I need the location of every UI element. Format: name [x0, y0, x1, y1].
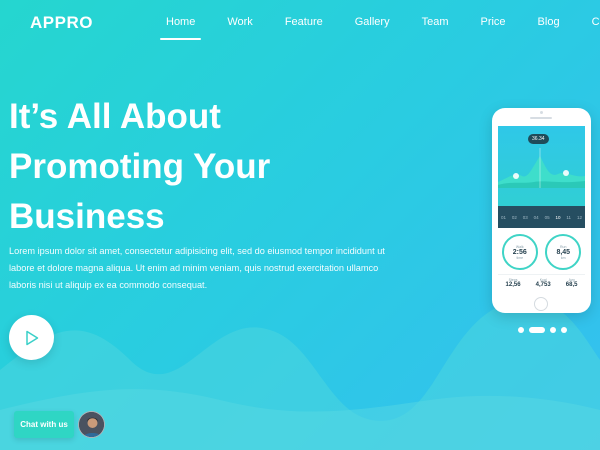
stat-steps: Steps 12,56	[506, 278, 521, 294]
app-value-pill: 36.34	[528, 134, 549, 144]
day-label: 11	[566, 214, 572, 220]
nav-item-home[interactable]: Home	[150, 16, 211, 40]
nav-item-gallery[interactable]: Gallery	[339, 16, 406, 40]
app-area-chart	[498, 148, 585, 188]
brand-logo[interactable]: APPRO	[30, 13, 93, 33]
day-label: 12	[576, 214, 582, 220]
nav-item-price[interactable]: Price	[464, 16, 521, 40]
carousel-dot[interactable]	[550, 327, 556, 333]
carousel-dot[interactable]	[561, 327, 567, 333]
gauge-value: 2:56	[512, 248, 527, 256]
phone-camera	[540, 111, 543, 114]
gauge-walk: Walk 2:56 time	[501, 234, 538, 270]
hero-section: APPRO Home Work Feature Gallery Team Pri…	[0, 0, 600, 450]
nav-item-contact[interactable]: Contact	[576, 16, 600, 40]
nav-item-team[interactable]: Team	[406, 16, 465, 40]
app-day-selector: 01 02 03 04 05 10 11 12	[498, 206, 585, 228]
stat-value: 4,753	[535, 282, 551, 288]
stat-value: 68,5	[565, 282, 578, 288]
carousel-dot-active[interactable]	[529, 327, 545, 333]
play-icon	[25, 330, 38, 345]
nav-item-feature[interactable]: Feature	[269, 16, 339, 40]
hero-title: It’s All About Promoting Your Business	[9, 92, 339, 242]
day-label: 03	[522, 214, 528, 220]
day-label: 05	[544, 214, 550, 220]
hero-title-line: Business	[9, 197, 165, 236]
chat-with-us-button[interactable]: Chat with us	[14, 411, 74, 438]
gauge-value: 8,45	[556, 248, 571, 256]
phone-home-button	[534, 297, 548, 311]
day-label: 01	[500, 214, 506, 220]
app-gauges: Walk 2:56 time Run 8,45 km	[498, 234, 585, 270]
play-video-button[interactable]	[9, 315, 54, 360]
hero-title-line: It’s All About	[9, 97, 221, 136]
hero-title-line: Promoting Your	[9, 147, 271, 186]
nav-item-blog[interactable]: Blog	[522, 16, 576, 40]
app-chart-panel: 36.34 01 02 03 04 05 10 11 12	[498, 126, 585, 228]
day-label: 02	[511, 214, 517, 220]
phone-screen: 36.34 01 02 03 04 05 10 11 12 Walk 2:56 …	[498, 126, 585, 294]
gauge-run: Run 8,45 km	[545, 234, 582, 270]
phone-mockup: 36.34 01 02 03 04 05 10 11 12 Walk 2:56 …	[492, 108, 591, 313]
stat-kcal: Kcal 4,753	[536, 278, 551, 294]
stat-value: 12,56	[505, 282, 521, 288]
main-nav: Home Work Feature Gallery Team Price Blo…	[150, 16, 600, 40]
app-stats: Steps 12,56 Kcal 4,753 Avg 68,5	[498, 274, 585, 294]
day-label-selected: 10	[555, 214, 561, 220]
avatar[interactable]	[78, 411, 105, 438]
hero-description: Lorem ipsum dolor sit amet, consectetur …	[9, 246, 385, 291]
gauge-sub: time	[516, 255, 524, 260]
phone-speaker	[530, 117, 552, 119]
nav-item-work[interactable]: Work	[211, 16, 268, 40]
carousel-dots	[518, 327, 567, 333]
carousel-dot[interactable]	[518, 327, 524, 333]
stat-avg: Avg 68,5	[566, 278, 578, 294]
gauge-sub: km	[560, 255, 566, 260]
day-label: 04	[533, 214, 539, 220]
